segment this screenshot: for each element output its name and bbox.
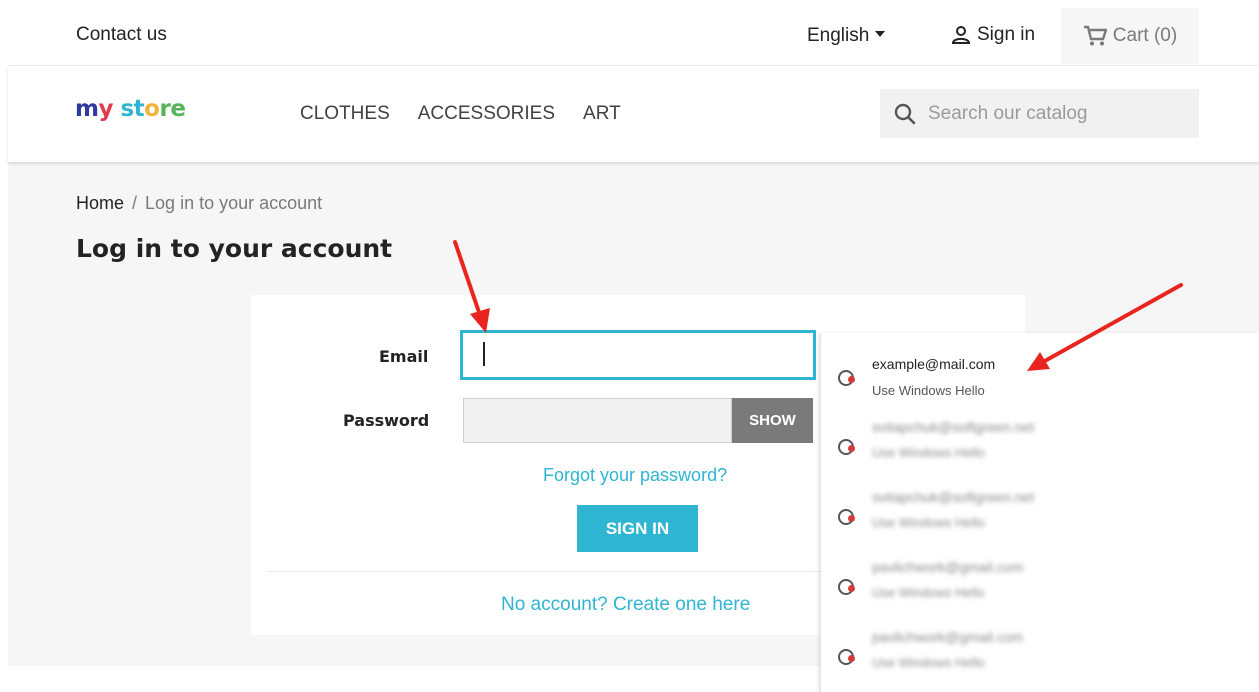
autofill-item[interactable]: pavlichwork@gmail.com Use Windows Hello — [821, 621, 1259, 691]
autofill-email: pavlichwork@gmail.com — [872, 629, 1024, 645]
store-logo[interactable]: my store — [75, 96, 186, 122]
search-input[interactable] — [928, 102, 1188, 125]
breadcrumb-separator: / — [132, 193, 138, 213]
create-account-link[interactable]: No account? Create one here — [501, 594, 750, 616]
site-header: my store CLOTHES ACCESSORIES ART — [8, 66, 1259, 162]
autofill-item[interactable]: svitapchuk@softgreen.net Use Windows Hel… — [821, 411, 1259, 481]
autofill-item[interactable]: example@mail.com Use Windows Hello — [821, 341, 1259, 411]
autofill-item[interactable]: pavlichwork@gmail.com Use Windows Hello — [821, 551, 1259, 621]
logo-letter: o — [144, 96, 160, 122]
logo-letter: re — [159, 96, 186, 122]
search-box — [880, 89, 1199, 138]
autofill-subtitle: Use Windows Hello — [872, 585, 985, 600]
password-field[interactable] — [463, 398, 732, 443]
page-title: Log in to your account — [76, 234, 393, 263]
top-bar: Contact us English Sign in Cart (0) — [8, 0, 1259, 66]
sign-in-link[interactable]: Sign in — [951, 24, 1035, 46]
contact-us-link[interactable]: Contact us — [76, 24, 167, 46]
logo-letter: st — [112, 96, 145, 122]
nav-item-clothes[interactable]: CLOTHES — [300, 103, 390, 125]
passkey-icon — [838, 370, 855, 386]
caret-down-icon — [875, 30, 886, 37]
passkey-icon — [838, 579, 855, 595]
autofill-subtitle: Use Windows Hello — [872, 383, 985, 398]
autofill-subtitle: Use Windows Hello — [872, 515, 985, 530]
cart-button[interactable]: Cart (0) — [1061, 8, 1199, 64]
sign-in-label: Sign in — [977, 24, 1036, 45]
password-label: Password — [343, 411, 430, 430]
language-selector[interactable]: English — [807, 25, 886, 47]
autofill-subtitle: Use Windows Hello — [872, 445, 985, 460]
breadcrumb-current: Log in to your account — [145, 193, 323, 213]
forgot-password-link[interactable]: Forgot your password? — [543, 465, 727, 486]
logo-letter: m — [75, 96, 99, 122]
text-cursor — [483, 342, 485, 366]
email-label: Email — [379, 347, 429, 366]
cart-icon — [1083, 25, 1107, 46]
passkey-icon — [838, 649, 855, 665]
cart-label: Cart (0) — [1112, 25, 1178, 46]
language-label: English — [807, 25, 870, 46]
autofill-email: svitapchuk@softgreen.net — [872, 419, 1035, 435]
user-icon — [951, 26, 971, 44]
page: Contact us English Sign in Cart (0) my s… — [0, 0, 1259, 692]
passkey-icon — [838, 509, 855, 525]
autofill-dropdown: example@mail.com Use Windows Hello svita… — [820, 333, 1259, 692]
autofill-email: example@mail.com — [872, 356, 996, 372]
breadcrumb: Home / Log in to your account — [76, 193, 322, 214]
main-nav: CLOTHES ACCESSORIES ART — [300, 103, 621, 125]
nav-item-accessories[interactable]: ACCESSORIES — [418, 103, 555, 125]
autofill-subtitle: Use Windows Hello — [872, 655, 985, 670]
autofill-item[interactable]: svitapchuk@softgreen.net Use Windows Hel… — [821, 481, 1259, 551]
show-password-button[interactable]: SHOW — [732, 398, 813, 443]
autofill-email: pavlichwork@gmail.com — [872, 559, 1024, 575]
breadcrumb-home[interactable]: Home — [76, 193, 124, 213]
logo-letter: y — [98, 96, 113, 122]
search-icon[interactable] — [894, 103, 916, 125]
nav-item-art[interactable]: ART — [583, 103, 621, 125]
sign-in-button[interactable]: SIGN IN — [577, 505, 698, 552]
email-field[interactable] — [460, 330, 816, 380]
autofill-email: svitapchuk@softgreen.net — [872, 489, 1035, 505]
passkey-icon — [838, 439, 855, 455]
